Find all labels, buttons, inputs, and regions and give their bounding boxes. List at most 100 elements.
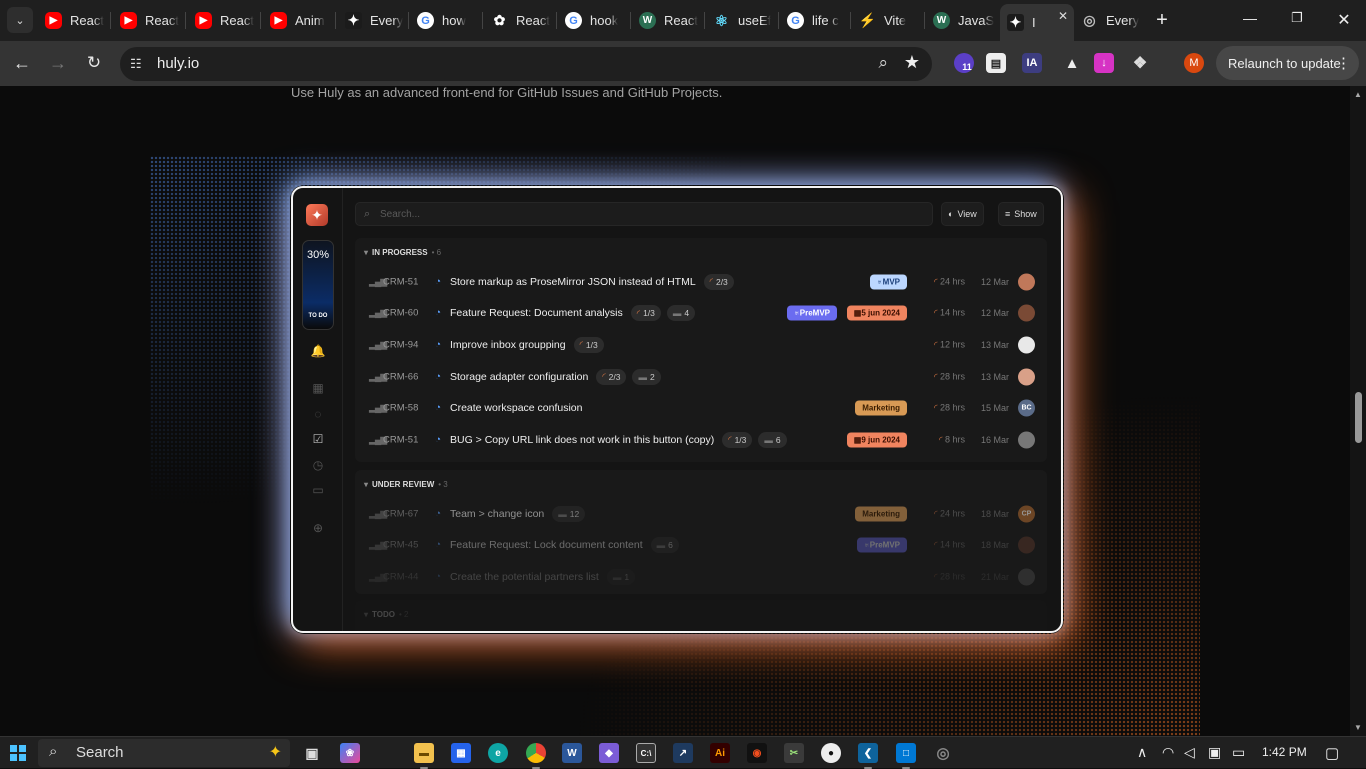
issue-title[interactable]: Store markup as ProseMirror JSON instead… [450, 276, 696, 288]
relaunch-button[interactable]: Relaunch to update ⋮ [1216, 46, 1359, 80]
tray-chevron-icon[interactable]: ∧ [1137, 744, 1147, 761]
download-extension-icon[interactable]: ↓ [1094, 53, 1114, 73]
issue-id[interactable]: CRM-67 [383, 508, 418, 519]
tab[interactable]: ⚡ Vite [852, 6, 922, 35]
issue-row[interactable]: ▂▄▆ CRM-60 ◔ Feature Request: Document anal… [355, 298, 1047, 330]
due-date-tag[interactable]: ▦ 5 jun 2024 [846, 305, 907, 321]
issue-row[interactable]: ▂▄▆ CRM-58 ◔ Create workspace confusion BC 15… [355, 392, 1047, 424]
issue-id[interactable]: CRM-58 [383, 403, 418, 414]
milestone-tag[interactable]: ♅ PreMVP [856, 537, 907, 553]
extensions-puzzle-icon[interactable]: ❖ [1130, 53, 1150, 73]
close-window-button[interactable]: ✕ [1334, 10, 1354, 30]
in-progress-status-icon[interactable]: ◔ [435, 540, 441, 551]
extension-badge-icon[interactable]: 11 [954, 53, 974, 73]
in-progress-status-icon[interactable]: ◔ [435, 571, 441, 582]
issue-id[interactable]: CRM-94 [383, 339, 418, 350]
view-button[interactable]: ◐ View [941, 202, 984, 226]
milestone-tag[interactable]: Marketing [855, 506, 907, 522]
chevron-down-icon[interactable]: ▾ [364, 480, 368, 489]
assignee-avatar[interactable] [1018, 368, 1035, 386]
issue-title[interactable]: Improve inbox groupping [450, 339, 566, 351]
chrome-icon[interactable] [526, 743, 546, 769]
tab[interactable]: Ghook [558, 6, 628, 35]
scroll-thumb[interactable] [1355, 392, 1362, 443]
issue-row[interactable]: ▂▄▆ CRM-51 ◔ BUG > Copy URL link does not w… [355, 424, 1047, 456]
show-button[interactable]: ≡ Show [998, 202, 1044, 226]
site-info-icon[interactable]: ☷ [130, 56, 148, 72]
due-date-tag[interactable]: ▦ 9 jun 2024 [846, 432, 907, 448]
tab[interactable]: W JavaS [926, 6, 996, 35]
tasks-icon[interactable]: ☑ [310, 432, 326, 446]
snipping-icon[interactable]: ✂ [784, 743, 804, 763]
copilot-icon[interactable]: ❀ [340, 743, 360, 763]
url-text[interactable]: huly.io [157, 55, 199, 72]
issue-title[interactable]: Create the potential partners list [450, 571, 599, 583]
word-icon[interactable]: W [562, 743, 582, 763]
todo-progress-card[interactable]: 30% TO DO [302, 240, 334, 330]
calendar-icon[interactable]: ▦ [310, 381, 326, 395]
issue-id[interactable]: CRM-51 [383, 276, 418, 287]
tab[interactable]: ✦ Every [338, 6, 406, 35]
bell-icon[interactable]: 🔔 [310, 344, 326, 358]
subtasks-pill[interactable]: ◜ 2/3 [596, 368, 627, 385]
in-progress-status-icon[interactable]: ◔ [435, 508, 441, 519]
issue-title[interactable]: BUG > Copy URL link does not work in thi… [450, 434, 714, 446]
issue-title[interactable]: Storage adapter configuration [450, 371, 588, 383]
scroll-up-icon[interactable]: ▲ [1354, 90, 1362, 99]
video-icon[interactable]: ▭ [310, 483, 326, 497]
taskbar-search[interactable]: ⌕ Search ✦ [38, 739, 290, 767]
restore-button[interactable]: ❐ [1287, 10, 1307, 26]
issue-id[interactable]: CRM-51 [383, 434, 418, 445]
minimize-button[interactable]: — [1240, 10, 1260, 26]
issue-row[interactable]: ▂▄▆ CRM-94 ◔ Improve inbox groupping ◜ 1/3 13 … [355, 329, 1047, 361]
milestone-tag[interactable]: ♅ PreMVP [786, 305, 837, 321]
edge-icon[interactable]: e [488, 743, 508, 763]
profile-avatar[interactable]: M [1184, 53, 1204, 73]
notification-extension-icon[interactable]: ▲ [1062, 53, 1082, 73]
tab[interactable]: Glife c [780, 6, 848, 35]
in-progress-status-icon[interactable]: ◔ [435, 339, 441, 350]
tab[interactable]: ◎ Every [1074, 6, 1144, 35]
figma-icon[interactable]: ◉ [747, 743, 767, 763]
clipboard-extension-icon[interactable]: ▤ [986, 53, 1006, 73]
in-progress-status-icon[interactable]: ◔ [435, 371, 441, 382]
comments-pill[interactable]: ▬ 6 [758, 431, 787, 448]
tab[interactable]: ▶ React [188, 6, 258, 35]
issue-id[interactable]: CRM-45 [383, 540, 418, 551]
issue-row[interactable]: ▂▄▆ CRM-66 ◔ Storage adapter configuration ◜… [355, 361, 1047, 393]
in-progress-status-icon[interactable]: ◔ [435, 403, 441, 414]
chevron-down-icon[interactable]: ▾ [364, 610, 368, 619]
comments-pill[interactable]: ▬ 4 [666, 305, 696, 322]
app-icon[interactable]: ↗ [673, 743, 693, 763]
comments-pill[interactable]: ▬ 2 [632, 368, 661, 385]
assignee-avatar[interactable] [1018, 336, 1035, 354]
clock-icon[interactable]: ◷ [310, 458, 326, 472]
issue-title[interactable]: Team > change icon [450, 508, 544, 520]
zoom-icon[interactable]: ⌕ [878, 53, 888, 73]
ia-extension-icon[interactable]: IA [1022, 53, 1042, 73]
comments-pill[interactable]: ▬ 1 [606, 568, 636, 585]
tab[interactable]: ✿ React [484, 6, 554, 35]
tab[interactable]: ⚛ useEf [706, 6, 776, 35]
page-scrollbar[interactable]: ▲ ▼ [1350, 86, 1366, 736]
issue-row[interactable]: ▂▄▆ CRM-45 ◔ Feature Request: Lock document… [355, 530, 1047, 562]
terminal-icon[interactable]: C:\ [636, 743, 656, 763]
issue-id[interactable]: CRM-66 [383, 371, 418, 382]
tab[interactable]: ▶ Anim [263, 6, 333, 35]
add-icon[interactable]: ⊕ [310, 521, 326, 535]
assignee-avatar[interactable]: BC [1018, 399, 1035, 417]
back-button[interactable]: ← [12, 53, 32, 74]
app-window-icon[interactable]: □ [896, 743, 916, 769]
in-progress-status-icon[interactable]: ◔ [435, 434, 441, 445]
volume-icon[interactable]: ◁ [1184, 744, 1195, 761]
tab-search-dropdown[interactable]: ⌄ [7, 7, 33, 33]
tab[interactable]: ▶ React [38, 6, 108, 35]
group-header[interactable]: ▾ UNDER REVIEW • 3 [355, 470, 1047, 498]
assignee-avatar[interactable]: CP [1018, 505, 1035, 523]
group-header[interactable]: ▾ TODO • 2 [355, 600, 1047, 628]
assignee-avatar[interactable] [1018, 273, 1035, 291]
wifi-icon[interactable]: ◠ [1162, 744, 1174, 761]
assignee-avatar[interactable] [1018, 431, 1035, 449]
issue-title[interactable]: Create workspace confusion [450, 402, 583, 414]
tab[interactable]: W React [632, 6, 702, 35]
